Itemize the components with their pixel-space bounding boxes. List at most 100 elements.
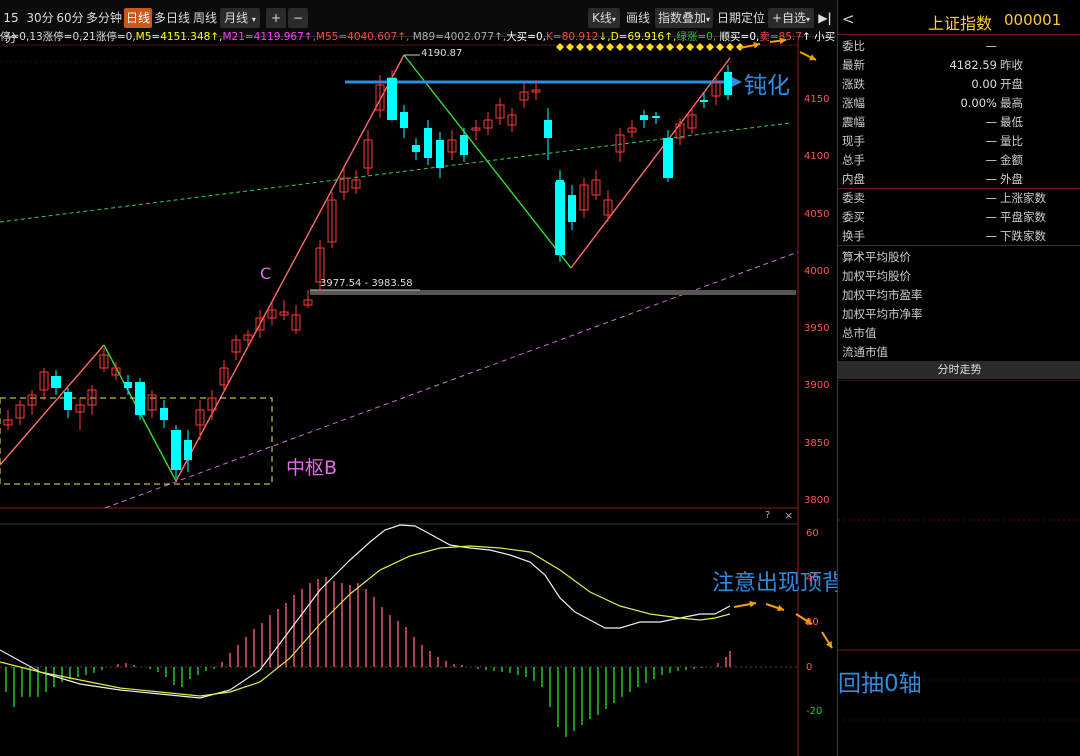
price-tick-label: 3800 (804, 494, 830, 506)
intraday-tab[interactable]: 分时走势 (838, 361, 1080, 379)
candle-body-down (652, 116, 660, 118)
quote-row: 换手 — 下跌家数 (838, 227, 1080, 246)
macd-dif-line (0, 524, 731, 699)
quote-row: 涨跌 0.00 开盘 (838, 75, 1080, 94)
candle-body-down (460, 135, 468, 155)
candle-body-down (160, 408, 168, 420)
signal-diamond-icon (666, 43, 674, 51)
quote-row: 委比 — (838, 37, 1080, 56)
market-stat-row: 算术平均股价 (838, 248, 1080, 267)
intraday-chart (838, 380, 1080, 721)
quote-label: 内盘 (842, 172, 865, 186)
candle-body-down (640, 115, 648, 120)
price-tick-label: 4050 (804, 208, 830, 220)
price-tick-label: 3900 (804, 380, 830, 392)
macd-tick-label: -20 (806, 706, 823, 717)
wave-up-line (570, 57, 731, 269)
back-to-zero-annotation: 回抽0轴 (838, 671, 922, 697)
market-stat-row: 加权平均市净率 (838, 305, 1080, 324)
quote-value: — (985, 39, 998, 53)
quote-label-right: 量比 (1000, 134, 1023, 148)
wave-c-label: C (260, 264, 272, 283)
signal-diamond-icon (586, 43, 594, 51)
back-icon[interactable]: < (842, 10, 855, 28)
macd-dea-line (0, 545, 731, 697)
peak-price-label: 4190.87 (421, 48, 463, 59)
candle-body-down (424, 128, 432, 158)
signal-diamond-icon (626, 43, 634, 51)
candle-body-down (400, 112, 408, 128)
market-stat-row: 流通市值 (838, 343, 1080, 362)
quote-label: 震幅 (842, 115, 865, 129)
market-stat-label: 加权平均市盈率 (842, 288, 923, 302)
signal-diamond-icon (566, 43, 574, 51)
quote-label: 委卖 (842, 191, 865, 205)
signal-diamond-icon (656, 43, 664, 51)
quote-value: 0.00 (971, 77, 997, 91)
market-stat-row: 加权平均市盈率 (838, 286, 1080, 305)
candle-body-down (555, 182, 565, 255)
signal-diamond-icon (596, 43, 604, 51)
quote-label: 委比 (842, 39, 865, 53)
candle-body-down (544, 120, 552, 138)
quote-label-right: 开盘 (1000, 77, 1023, 91)
price-tick-label: 3850 (804, 437, 830, 449)
price-tick-label: 4150 (804, 94, 830, 105)
signal-diamond-icon (686, 43, 694, 51)
macd-close-icon[interactable]: × (784, 509, 793, 522)
quote-row: 委卖 — 上涨家数 (838, 189, 1080, 208)
signal-diamond-icon (636, 43, 644, 51)
market-stat-row: 总市值 (838, 324, 1080, 343)
price-tick-label: 4100 (804, 151, 830, 163)
candle-body-down (51, 376, 61, 388)
quote-label: 换手 (842, 229, 865, 243)
quote-row: 现手 — 量比 (838, 132, 1080, 151)
quote-row: 最新 4182.59 昨收 (838, 56, 1080, 75)
signal-diamond-icon (576, 43, 584, 51)
wave-up-line (175, 54, 405, 482)
quote-label: 总手 (842, 153, 865, 167)
signal-diamond-icon (676, 43, 684, 51)
quote-value: 4182.59 (949, 58, 997, 72)
quote-value: — (985, 153, 998, 167)
macd-tick-label: 0 (806, 661, 813, 673)
macd-help-icon[interactable]: ? (765, 510, 770, 521)
signal-diamond-icon (716, 43, 724, 51)
candle-body-down (663, 138, 673, 178)
quote-value: — (985, 172, 998, 186)
range-price-label: 3977.54 - 3983.58 (320, 278, 413, 289)
quote-value: — (985, 191, 998, 205)
signal-diamond-icon (696, 43, 704, 51)
candle-body-down (171, 430, 181, 470)
price-tick-label: 4000 (804, 265, 830, 277)
quote-label: 现手 (842, 134, 865, 148)
candle-body-down (568, 195, 576, 222)
market-stat-label: 加权平均股价 (842, 269, 911, 283)
signal-diamond-icon (646, 43, 654, 51)
signal-diamond-icon (616, 43, 624, 51)
signal-diamond-icon (726, 43, 734, 51)
quote-value: — (985, 229, 998, 243)
market-stat-label: 算术平均股价 (842, 250, 911, 264)
quote-row: 内盘 — 外盘 (838, 170, 1080, 189)
quote-label-right: 最高 (1000, 96, 1023, 110)
candle-body-down (387, 78, 397, 120)
candle-body-down (700, 100, 708, 102)
market-stat-label: 加权平均市净率 (842, 307, 923, 321)
stock-code: 000001 (1004, 11, 1062, 29)
candle-body-down (124, 382, 132, 388)
quote-value: — (985, 210, 998, 224)
range-bar (310, 290, 796, 295)
quote-value: — (985, 115, 998, 129)
candle-body-down (135, 382, 145, 415)
quote-row: 震幅 — 最低 (838, 113, 1080, 132)
signal-diamond-icon (706, 43, 714, 51)
quote-label: 委买 (842, 210, 865, 224)
macd-tick-label: 60 (806, 528, 819, 539)
candle-body-down (724, 72, 732, 95)
signal-diamond-icon (556, 43, 564, 51)
candle-body-down (184, 440, 192, 460)
candlestick-chart (0, 36, 833, 756)
candle-body-down (436, 140, 444, 168)
candle-body-down (64, 392, 72, 410)
